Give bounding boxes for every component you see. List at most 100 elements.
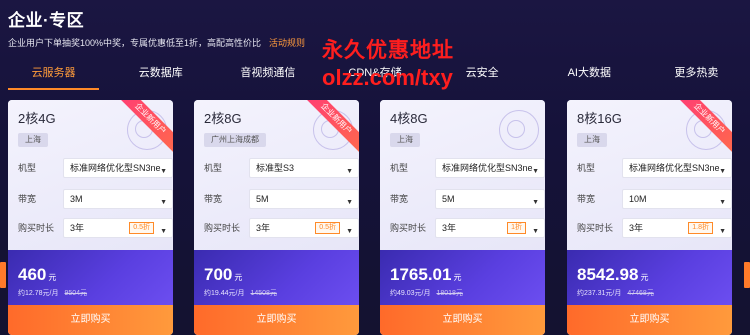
bandwidth-select[interactable]: 3M ▼ (63, 189, 173, 209)
price-panel: 1765.01 元 约49.03元/月 18018元 (380, 250, 545, 305)
buy-now-button[interactable]: 立即购买 (8, 305, 173, 335)
model-label: 机型 (390, 163, 409, 173)
card-top: 企业新用户 8核16G 上海 机型 标准网络优化型SN3ne ▼ 带宽 10M ▼ … (567, 100, 732, 250)
card-top: 4核8G 上海 机型 标准网络优化型SN3ne ▼ 带宽 5M ▼ 购买时长 3年 1… (380, 100, 545, 250)
chevron-down-icon: ▼ (160, 199, 167, 206)
monthly-price: 约19.44元/月 14508元 (204, 288, 277, 298)
duration-label: 购买时长 (204, 223, 241, 233)
price: 8542.98 元 (577, 265, 648, 285)
card-spec: 4核8G (390, 111, 428, 126)
bandwidth-value: 3M (70, 194, 83, 204)
chevron-down-icon: ▼ (719, 199, 726, 206)
card-top: 企业新用户 2核8G 广州上海成都 机型 标准型S3 ▼ 带宽 5M ▼ 购买时长 … (194, 100, 359, 250)
price: 460 元 (18, 265, 56, 285)
model-label: 机型 (577, 163, 596, 173)
tab-audio-video[interactable]: 音视频通信 (214, 60, 321, 90)
card-spec: 8核16G (577, 111, 622, 126)
bandwidth-label: 带宽 (18, 194, 37, 204)
page-title: 企业·专区 (8, 11, 85, 30)
bandwidth-select[interactable]: 5M ▼ (249, 189, 359, 209)
buy-now-button[interactable]: 立即购买 (380, 305, 545, 335)
duration-value: 3年 (629, 223, 644, 233)
product-cards: 企业新用户 2核4G 上海 机型 标准网络优化型SN3ne ▼ 带宽 3M ▼ 购买… (8, 100, 742, 335)
original-price: 9504元 (64, 290, 88, 297)
model-value: 标准网络优化型SN3ne (70, 163, 161, 173)
duration-select[interactable]: 3年 0.5折 ▼ (249, 218, 359, 238)
bandwidth-select[interactable]: 5M ▼ (435, 189, 545, 209)
model-label: 机型 (18, 163, 37, 173)
duration-value: 3年 (70, 223, 85, 233)
buy-now-button[interactable]: 立即购买 (194, 305, 359, 335)
price: 1765.01 元 (390, 265, 461, 285)
duration-select[interactable]: 3年 0.5折 ▼ (63, 218, 173, 238)
chevron-down-icon: ▼ (346, 199, 353, 206)
card-spec: 2核8G (204, 111, 242, 126)
monthly-price: 约12.78元/月 9504元 (18, 288, 87, 298)
subtitle-text: 企业用户下单抽奖100%中奖，专属优惠低至1折，高配高性价比 (8, 38, 262, 48)
chevron-down-icon: ▼ (532, 228, 539, 235)
price-unit: 元 (48, 273, 57, 282)
monthly-value: 约19.44元/月 (204, 290, 245, 297)
model-value: 标准型S3 (256, 163, 295, 173)
discount-badge: 0.5折 (315, 222, 340, 234)
price: 700 元 (204, 265, 242, 285)
duration-select[interactable]: 3年 1折 ▼ (435, 218, 545, 238)
model-label: 机型 (204, 163, 223, 173)
discount-badge: 1折 (507, 222, 526, 234)
product-card: 4核8G 上海 机型 标准网络优化型SN3ne ▼ 带宽 5M ▼ 购买时长 3年 1… (380, 100, 545, 335)
model-select[interactable]: 标准网络优化型SN3ne ▼ (63, 158, 173, 178)
tab-cloud-database[interactable]: 云数据库 (107, 60, 214, 90)
monthly-price: 约49.03元/月 18018元 (390, 288, 463, 298)
discount-badge: 1.8折 (688, 222, 713, 234)
price-value: 700 (204, 265, 233, 284)
buy-now-button[interactable]: 立即购买 (567, 305, 732, 335)
bandwidth-label: 带宽 (577, 194, 596, 204)
price-panel: 460 元 约12.78元/月 9504元 (8, 250, 173, 305)
price-unit: 元 (234, 273, 243, 282)
price-panel: 8542.98 元 约237.31元/月 47468元 (567, 250, 732, 305)
bandwidth-select[interactable]: 10M ▼ (622, 189, 732, 209)
promo-line-2: olzz.com/txy (322, 65, 453, 90)
tab-ai-bigdata[interactable]: AI大数据 (536, 60, 643, 90)
duration-label: 购买时长 (577, 223, 614, 233)
chevron-down-icon: ▼ (160, 168, 167, 175)
region-badge: 广州上海成都 (204, 133, 266, 147)
chevron-down-icon: ▼ (346, 228, 353, 235)
chevron-down-icon: ▼ (532, 199, 539, 206)
bandwidth-value: 5M (256, 194, 269, 204)
product-card: 企业新用户 2核4G 上海 机型 标准网络优化型SN3ne ▼ 带宽 3M ▼ 购买… (8, 100, 173, 335)
price-unit: 元 (640, 273, 649, 282)
monthly-value: 约237.31元/月 (577, 290, 622, 297)
page-subtitle: 企业用户下单抽奖100%中奖，专属优惠低至1折，高配高性价比 活动规则 (8, 36, 305, 49)
model-value: 标准网络优化型SN3ne (442, 163, 533, 173)
tab-cloud-server[interactable]: 云服务器 (0, 60, 107, 90)
promo-line-1: 永久优惠地址 (322, 39, 454, 62)
duration-select[interactable]: 3年 1.8折 ▼ (622, 218, 732, 238)
tab-more[interactable]: 更多热卖 (643, 60, 750, 90)
chevron-down-icon: ▼ (719, 228, 726, 235)
promo-watermark: 永久优惠地址 olzz.com/txy (322, 38, 454, 91)
left-edge-marker (0, 262, 6, 288)
duration-label: 购买时长 (390, 223, 427, 233)
rules-link[interactable]: 活动规则 (269, 38, 305, 48)
model-select[interactable]: 标准型S3 ▼ (249, 158, 359, 178)
original-price: 47468元 (627, 290, 654, 297)
monthly-value: 约49.03元/月 (390, 290, 431, 297)
monthly-value: 约12.78元/月 (18, 290, 59, 297)
chevron-down-icon: ▼ (160, 228, 167, 235)
price-value: 8542.98 (577, 265, 639, 284)
duration-value: 3年 (256, 223, 271, 233)
chevron-down-icon: ▼ (346, 168, 353, 175)
region-badge: 上海 (18, 133, 48, 147)
price-value: 1765.01 (390, 265, 452, 284)
bandwidth-value: 5M (442, 194, 455, 204)
decoration-icon (507, 120, 525, 138)
price-panel: 700 元 约19.44元/月 14508元 (194, 250, 359, 305)
card-top: 企业新用户 2核4G 上海 机型 标准网络优化型SN3ne ▼ 带宽 3M ▼ 购买… (8, 100, 173, 250)
region-badge: 上海 (390, 133, 420, 147)
model-select[interactable]: 标准网络优化型SN3ne ▼ (435, 158, 545, 178)
bandwidth-label: 带宽 (204, 194, 223, 204)
header: 企业·专区 (8, 6, 84, 31)
model-select[interactable]: 标准网络优化型SN3ne ▼ (622, 158, 732, 178)
product-card: 企业新用户 2核8G 广州上海成都 机型 标准型S3 ▼ 带宽 5M ▼ 购买时长 … (194, 100, 359, 335)
